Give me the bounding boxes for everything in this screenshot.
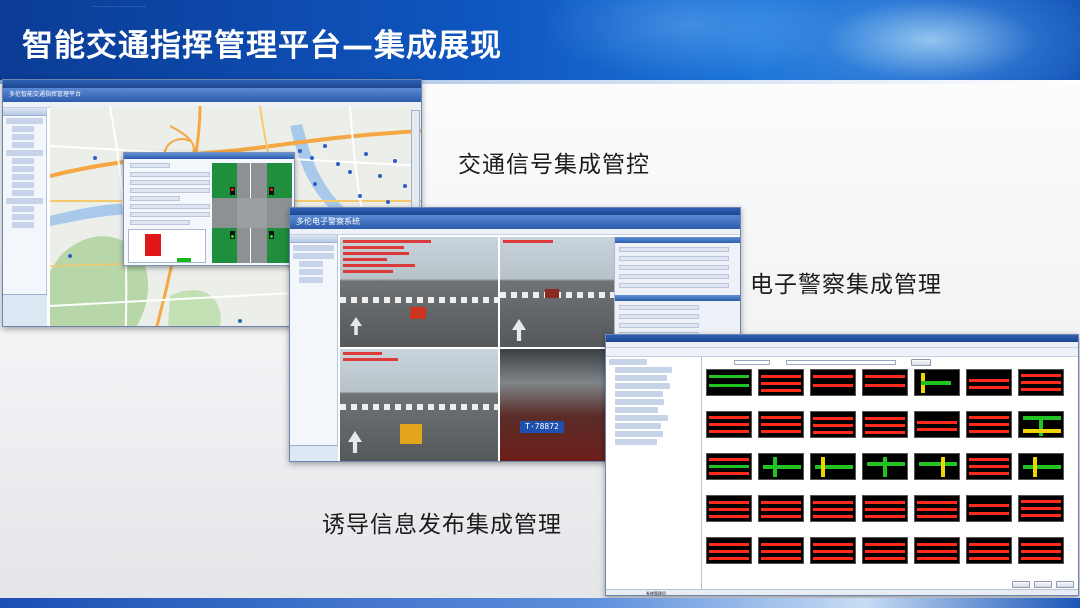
guidance-status-text: 系统管理员 <box>646 591 666 596</box>
guidance-window-titlebar <box>606 335 1078 342</box>
led-panel[interactable] <box>758 495 804 522</box>
led-panel[interactable] <box>862 495 908 522</box>
phase-table <box>128 229 206 263</box>
led-panel[interactable] <box>966 411 1012 438</box>
footer-bar <box>0 598 1080 608</box>
led-panel[interactable] <box>810 369 856 396</box>
led-panel[interactable] <box>706 453 752 480</box>
led-panel[interactable] <box>810 411 856 438</box>
slide: ····································· 智能… <box>0 0 1080 608</box>
signal-dialog-titlebar <box>124 153 294 159</box>
signal-window-header: 多伦智能交通指挥管理平台 <box>3 88 421 102</box>
led-panel[interactable] <box>1018 369 1064 396</box>
led-panel[interactable] <box>1018 495 1064 522</box>
signal-window-title: 多伦智能交通指挥管理平台 <box>9 91 82 98</box>
signal-window-titlebar <box>3 80 421 88</box>
led-panel[interactable] <box>706 495 752 522</box>
led-panel[interactable] <box>810 453 856 480</box>
caption-signal: 交通信号集成管控 <box>458 152 650 178</box>
guidance-button-3[interactable] <box>1056 581 1074 588</box>
led-panel[interactable] <box>758 537 804 564</box>
led-panel[interactable] <box>966 369 1012 396</box>
guidance-button-1[interactable] <box>1012 581 1030 588</box>
header-small-text: ····································· <box>92 4 147 9</box>
guidance-search-bar[interactable] <box>706 359 1076 367</box>
led-panel[interactable] <box>862 411 908 438</box>
led-board-grid[interactable] <box>706 369 1078 579</box>
led-panel[interactable] <box>914 411 960 438</box>
led-panel[interactable] <box>706 411 752 438</box>
led-panel[interactable] <box>706 537 752 564</box>
signal-control-dialog <box>123 152 295 266</box>
guidance-statusbar: 系统管理员 <box>606 589 1078 596</box>
led-panel[interactable] <box>966 495 1012 522</box>
led-panel[interactable] <box>758 411 804 438</box>
camera-view-3[interactable] <box>340 349 498 461</box>
led-panel[interactable] <box>758 453 804 480</box>
led-panel[interactable] <box>914 453 960 480</box>
led-panel[interactable] <box>862 369 908 396</box>
title-bar: ····································· 智能… <box>0 0 1080 80</box>
led-panel[interactable] <box>966 453 1012 480</box>
camera-view-1[interactable] <box>340 237 498 347</box>
led-panel[interactable] <box>1018 537 1064 564</box>
police-window-title: 多伦电子警察系统 <box>296 217 360 226</box>
police-window-header: 多伦电子警察系统 <box>290 215 740 229</box>
slide-title: 智能交通指挥管理平台—集成展现 <box>22 28 502 64</box>
led-panel[interactable] <box>862 453 908 480</box>
led-panel[interactable] <box>1018 411 1064 438</box>
guidance-screenshot: 系统管理员 <box>605 334 1079 596</box>
intersection-diagram <box>212 163 292 263</box>
led-panel[interactable] <box>914 495 960 522</box>
police-menubar <box>290 229 740 235</box>
guidance-toolbar[interactable] <box>606 348 1078 357</box>
caption-guidance: 诱导信息发布集成管理 <box>322 512 562 538</box>
led-panel[interactable] <box>914 369 960 396</box>
led-panel[interactable] <box>966 537 1012 564</box>
led-panel[interactable] <box>862 537 908 564</box>
led-panel[interactable] <box>810 537 856 564</box>
caption-police: 电子警察集成管理 <box>750 272 942 298</box>
led-panel[interactable] <box>706 369 752 396</box>
guidance-button-2[interactable] <box>1034 581 1052 588</box>
led-panel[interactable] <box>810 495 856 522</box>
led-panel[interactable] <box>758 369 804 396</box>
police-window-titlebar <box>290 208 740 215</box>
guidance-device-tree[interactable] <box>606 357 702 589</box>
led-panel[interactable] <box>914 537 960 564</box>
led-panel[interactable] <box>1018 453 1064 480</box>
camera-view-4[interactable]: T·78872 <box>500 349 612 461</box>
signal-sidebar-tree[interactable] <box>3 108 47 326</box>
license-plate: T·78872 <box>520 421 564 433</box>
police-control-panel <box>614 237 740 349</box>
police-sidebar-tree[interactable] <box>290 235 338 461</box>
